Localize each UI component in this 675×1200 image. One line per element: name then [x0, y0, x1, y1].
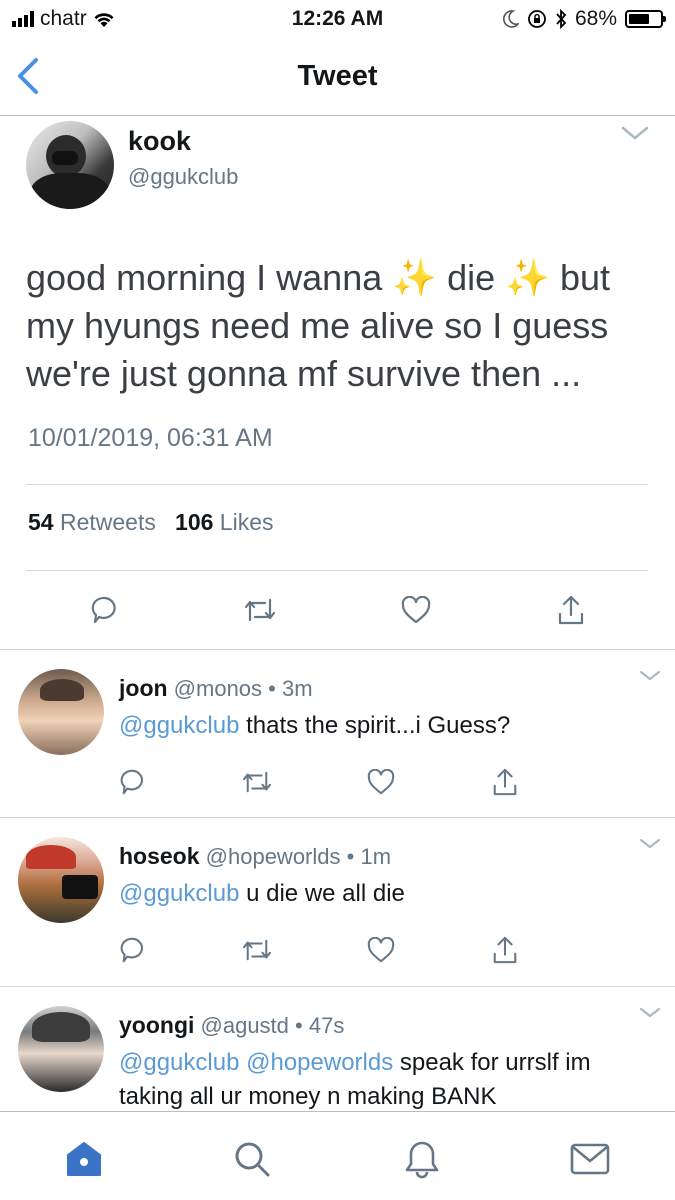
- share-button[interactable]: [554, 593, 588, 627]
- retweet-button[interactable]: [240, 933, 274, 967]
- reply-avatar[interactable]: [18, 669, 104, 755]
- reply-avatar[interactable]: [18, 837, 104, 923]
- tweet-stats: 54 Retweets 106 Likes: [28, 509, 274, 536]
- reply-icon: [120, 769, 143, 795]
- like-heart-icon: [367, 769, 395, 795]
- reply-body: u die we all die: [239, 880, 405, 907]
- author-name[interactable]: kook: [128, 126, 191, 157]
- tab-home[interactable]: [62, 1137, 106, 1181]
- status-bar: chatr 12:26 AM 68%: [0, 0, 675, 40]
- reply-button[interactable]: [116, 933, 150, 967]
- reply-icon: [120, 937, 143, 963]
- reply-author-handle[interactable]: @monos: [174, 676, 262, 701]
- share-icon: [493, 768, 517, 796]
- reply-item[interactable]: joon @monos • 3m @ggukclub thats the spi…: [0, 651, 675, 818]
- share-icon: [493, 936, 517, 964]
- author-avatar[interactable]: [26, 121, 114, 209]
- battery-icon: [625, 10, 666, 28]
- tab-search[interactable]: [230, 1137, 274, 1181]
- reply-item[interactable]: hoseok @hopeworlds • 1m @ggukclub u die …: [0, 819, 675, 987]
- reply-item[interactable]: yoongi @agustd • 47s @ggukclub @hopeworl…: [0, 988, 675, 1111]
- reply-actions: [116, 933, 522, 967]
- separator-dot: •: [268, 676, 276, 701]
- sparkle-emoji: ✨: [392, 257, 438, 298]
- reply-author-handle[interactable]: @agustd: [201, 1013, 289, 1038]
- retweet-icon: [242, 771, 272, 793]
- share-icon: [558, 595, 584, 625]
- page-title: Tweet: [297, 60, 378, 92]
- chevron-down-icon[interactable]: [638, 837, 662, 851]
- main-tweet: kook @ggukclub good morning I wanna ✨ di…: [0, 116, 675, 650]
- like-button[interactable]: [364, 933, 398, 967]
- chevron-down-icon[interactable]: [620, 124, 650, 142]
- bluetooth-icon: [556, 9, 567, 29]
- divider: [26, 484, 648, 485]
- reply-author-name[interactable]: yoongi: [119, 1012, 194, 1038]
- reply-time: 3m: [282, 676, 313, 701]
- reply-actions: [116, 765, 522, 799]
- like-button[interactable]: [399, 593, 433, 627]
- main-tweet-actions: [88, 593, 588, 627]
- separator-dot: •: [295, 1013, 303, 1038]
- reply-button[interactable]: [116, 765, 150, 799]
- reply-button[interactable]: [88, 593, 122, 627]
- reply-header: joon @monos • 3m: [119, 675, 313, 702]
- search-icon: [235, 1142, 270, 1177]
- notifications-bell-icon: [405, 1141, 439, 1179]
- reply-body: thats the spirit...i Guess?: [239, 712, 511, 739]
- nav-bar: Tweet: [0, 40, 675, 116]
- status-right: 68%: [503, 7, 666, 31]
- author-handle[interactable]: @ggukclub: [128, 164, 238, 190]
- share-button[interactable]: [488, 765, 522, 799]
- moon-icon: [503, 10, 519, 28]
- mention-link[interactable]: @ggukclub @hopeworlds: [119, 1049, 393, 1076]
- reply-text: @ggukclub @hopeworlds speak for urrslf i…: [119, 1046, 659, 1114]
- battery-percent: 68%: [574, 7, 617, 30]
- retweets-count[interactable]: 54: [28, 509, 54, 535]
- like-heart-icon: [367, 937, 395, 963]
- reply-author-handle[interactable]: @hopeworlds: [206, 844, 341, 869]
- sparkle-emoji: ✨: [505, 257, 550, 298]
- like-heart-icon: [401, 596, 430, 624]
- reply-icon: [91, 596, 116, 624]
- reply-header: yoongi @agustd • 47s: [119, 1012, 344, 1039]
- reply-author-name[interactable]: joon: [119, 675, 168, 701]
- home-icon: [67, 1142, 101, 1176]
- separator-dot: •: [346, 844, 355, 869]
- reply-avatar[interactable]: [18, 1006, 104, 1092]
- reply-text: @ggukclub u die we all die: [119, 877, 659, 911]
- retweet-button[interactable]: [240, 765, 274, 799]
- likes-count[interactable]: 106: [175, 509, 213, 535]
- retweets-label[interactable]: Retweets: [60, 509, 156, 535]
- mention-link[interactable]: @ggukclub: [119, 712, 239, 739]
- tab-bar: [0, 1111, 675, 1200]
- tweet-timestamp: 10/01/2019, 06:31 AM: [28, 424, 273, 452]
- tweet-text-part: good morning I wanna: [26, 257, 393, 298]
- reply-author-name[interactable]: hoseok: [119, 843, 200, 869]
- tab-messages[interactable]: [568, 1137, 612, 1181]
- retweet-icon: [245, 598, 276, 622]
- retweet-button[interactable]: [243, 593, 277, 627]
- retweet-icon: [242, 939, 272, 961]
- divider: [26, 570, 648, 571]
- reply-text: @ggukclub thats the spirit...i Guess?: [119, 709, 659, 743]
- share-button[interactable]: [488, 933, 522, 967]
- battery-fill: [629, 14, 650, 24]
- tab-notifications[interactable]: [400, 1137, 444, 1181]
- mention-link[interactable]: @ggukclub: [119, 880, 239, 907]
- likes-label[interactable]: Likes: [220, 509, 274, 535]
- like-button[interactable]: [364, 765, 398, 799]
- reply-time: 1m: [360, 844, 392, 869]
- messages-envelope-icon: [570, 1143, 610, 1175]
- orientation-lock-icon: [528, 10, 546, 28]
- chevron-down-icon[interactable]: [638, 669, 662, 683]
- reply-time: 47s: [308, 1013, 345, 1038]
- chevron-down-icon[interactable]: [638, 1006, 662, 1020]
- tweet-text-part: die: [437, 257, 506, 298]
- tweet-text: good morning I wanna ✨ die ✨ but my hyun…: [26, 254, 656, 398]
- reply-header: hoseok @hopeworlds • 1m: [119, 843, 391, 870]
